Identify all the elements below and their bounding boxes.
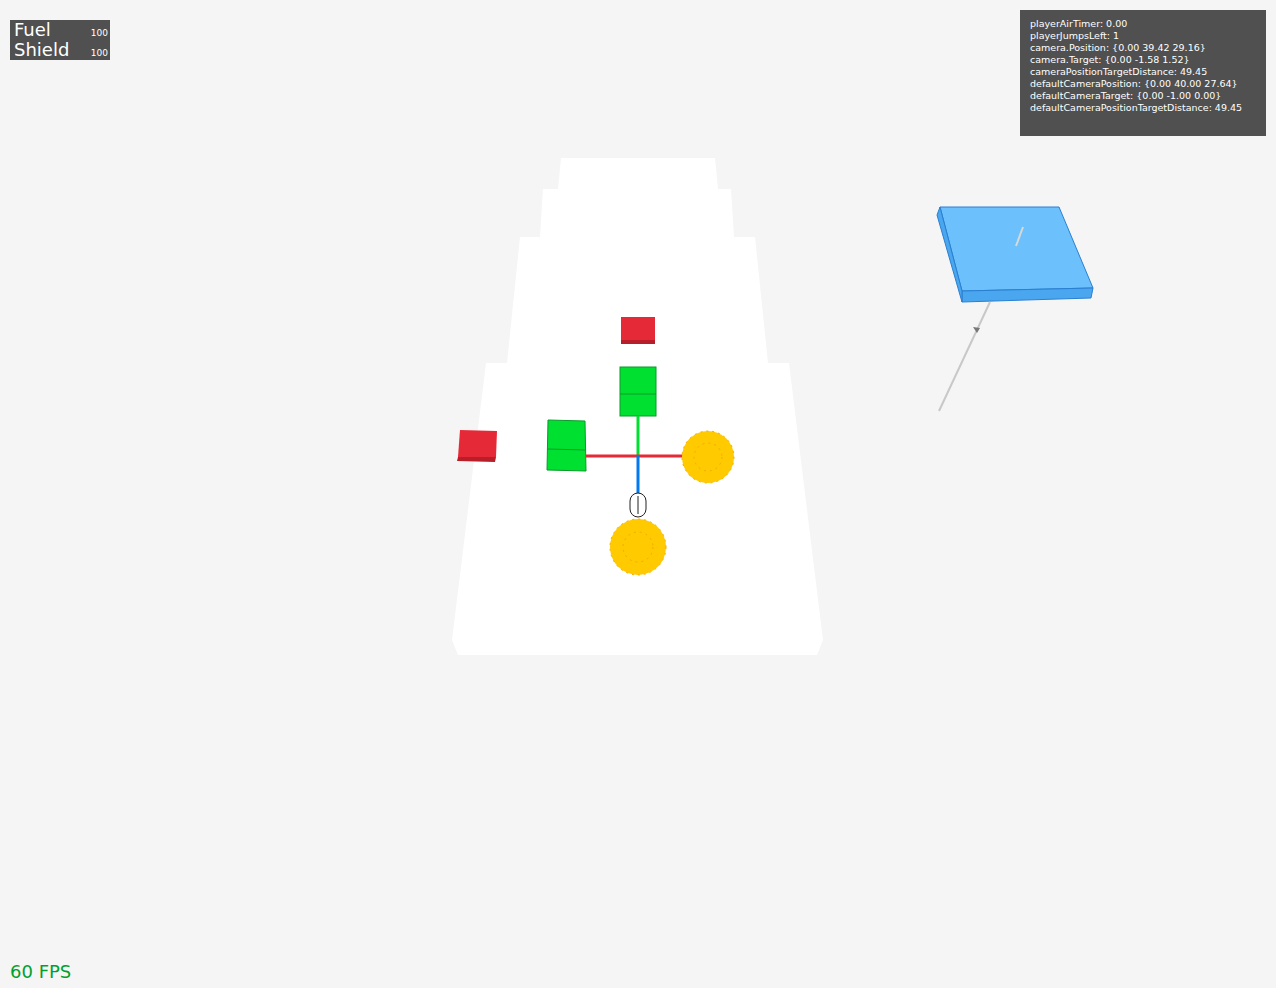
stat-label: Fuel xyxy=(14,20,51,40)
game-screen: Fuel 100 Shield 100 playerAirTimer: 0.00play… xyxy=(0,0,1276,988)
yellow-sphere[interactable] xyxy=(610,519,666,575)
fps-counter: 60 FPS xyxy=(10,961,71,983)
gizmo-y-axis[interactable] xyxy=(637,416,640,456)
debug-line: defaultCameraPosition: {0.00 40.00 27.64… xyxy=(1030,78,1260,90)
yellow-sphere[interactable] xyxy=(682,431,734,483)
debug-line: camera.Target: {0.00 -1.58 1.52} xyxy=(1030,54,1260,66)
floor-platform xyxy=(452,158,823,655)
green-cube[interactable] xyxy=(547,420,586,471)
path-marker xyxy=(973,327,980,333)
hud-stat: Shield 100 xyxy=(14,40,108,60)
debug-line: camera.Position: {0.00 39.42 29.16} xyxy=(1030,42,1260,54)
blue-platform[interactable] xyxy=(937,207,1093,302)
player-capsule[interactable] xyxy=(630,493,646,517)
stat-label: Shield xyxy=(14,40,69,60)
gizmo-x-axis[interactable] xyxy=(586,455,684,458)
game-scene[interactable] xyxy=(0,0,1276,988)
debug-panel: playerAirTimer: 0.00playerJumpsLeft: 1ca… xyxy=(1020,10,1266,136)
debug-line: defaultCameraTarget: {0.00 -1.00 0.00} xyxy=(1030,90,1260,102)
debug-line: playerAirTimer: 0.00 xyxy=(1030,18,1260,30)
debug-line: cameraPositionTargetDistance: 49.45 xyxy=(1030,66,1260,78)
green-cube[interactable] xyxy=(620,367,656,416)
red-tile[interactable] xyxy=(621,317,655,344)
hud-panel: Fuel 100 Shield 100 xyxy=(10,20,110,60)
debug-line: playerJumpsLeft: 1 xyxy=(1030,30,1260,42)
stat-value: 100 xyxy=(91,26,108,40)
red-tile[interactable] xyxy=(457,430,497,462)
debug-line: defaultCameraPositionTargetDistance: 49.… xyxy=(1030,102,1260,114)
path-line xyxy=(939,302,990,411)
hud-stat: Fuel 100 xyxy=(14,20,108,40)
stat-value: 100 xyxy=(91,46,108,60)
